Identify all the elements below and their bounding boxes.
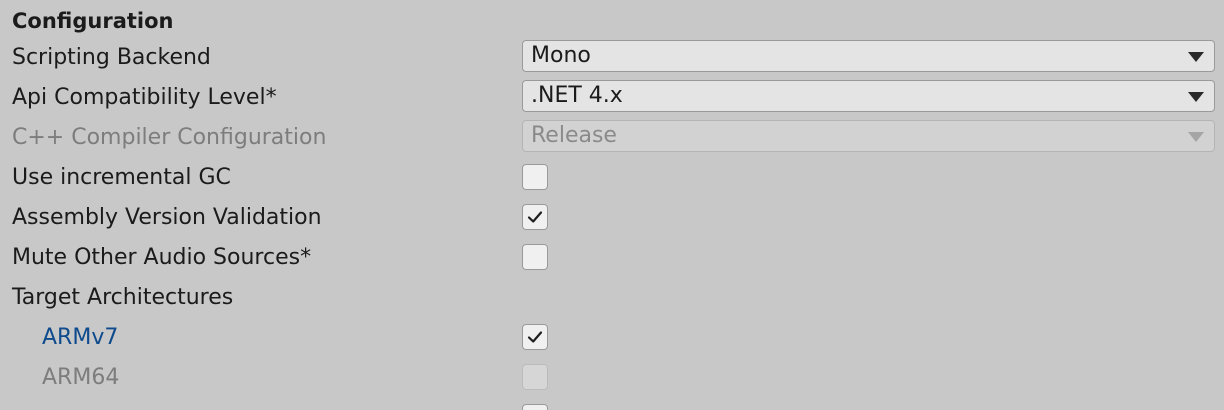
player-settings-configuration-panel: Configuration Scripting Backend Mono Api…	[0, 0, 1224, 410]
mute-other-audio-sources-label: Mute Other Audio Sources*	[12, 245, 312, 270]
arm64-label: ARM64	[42, 365, 120, 390]
partially-visible-checkbox[interactable]	[522, 404, 548, 410]
row-use-incremental-gc: Use incremental GC	[0, 158, 1224, 198]
row-target-architectures: Target Architectures	[0, 278, 1224, 318]
use-incremental-gc-checkbox[interactable]	[522, 164, 548, 190]
cpp-compiler-configuration-dropdown: Release	[522, 120, 1215, 152]
api-compatibility-level-dropdown[interactable]: .NET 4.x	[522, 80, 1215, 112]
row-mute-other-audio-sources: Mute Other Audio Sources*	[0, 238, 1224, 278]
api-compatibility-level-label: Api Compatibility Level*	[12, 85, 277, 110]
assembly-version-validation-checkbox[interactable]	[522, 204, 548, 230]
assembly-version-validation-label: Assembly Version Validation	[12, 205, 322, 230]
row-arm64: ARM64	[0, 358, 1224, 398]
cpp-compiler-configuration-label: C++ Compiler Configuration	[12, 125, 327, 150]
scripting-backend-label: Scripting Backend	[12, 45, 211, 70]
dropdown-arrow-icon	[1188, 52, 1204, 62]
dropdown-arrow-icon	[1188, 132, 1204, 142]
dropdown-arrow-icon	[1188, 92, 1204, 102]
use-incremental-gc-label: Use incremental GC	[12, 165, 231, 190]
armv7-label: ARMv7	[42, 325, 119, 350]
cpp-compiler-configuration-value: Release	[531, 123, 617, 148]
armv7-checkbox[interactable]	[522, 324, 548, 350]
row-api-compatibility-level: Api Compatibility Level* .NET 4.x	[0, 78, 1224, 118]
section-title: Configuration	[12, 9, 174, 33]
scripting-backend-value: Mono	[531, 43, 591, 68]
arm64-checkbox	[522, 364, 548, 390]
row-partially-visible	[0, 398, 1224, 410]
target-architectures-label: Target Architectures	[12, 285, 234, 310]
checkmark-icon	[527, 211, 543, 223]
row-armv7: ARMv7	[0, 318, 1224, 358]
row-assembly-version-validation: Assembly Version Validation	[0, 198, 1224, 238]
scripting-backend-dropdown[interactable]: Mono	[522, 40, 1215, 72]
row-scripting-backend: Scripting Backend Mono	[0, 38, 1224, 78]
checkmark-icon	[527, 331, 543, 343]
row-cpp-compiler-configuration: C++ Compiler Configuration Release	[0, 118, 1224, 158]
mute-other-audio-sources-checkbox[interactable]	[522, 244, 548, 270]
api-compatibility-level-value: .NET 4.x	[531, 83, 623, 108]
